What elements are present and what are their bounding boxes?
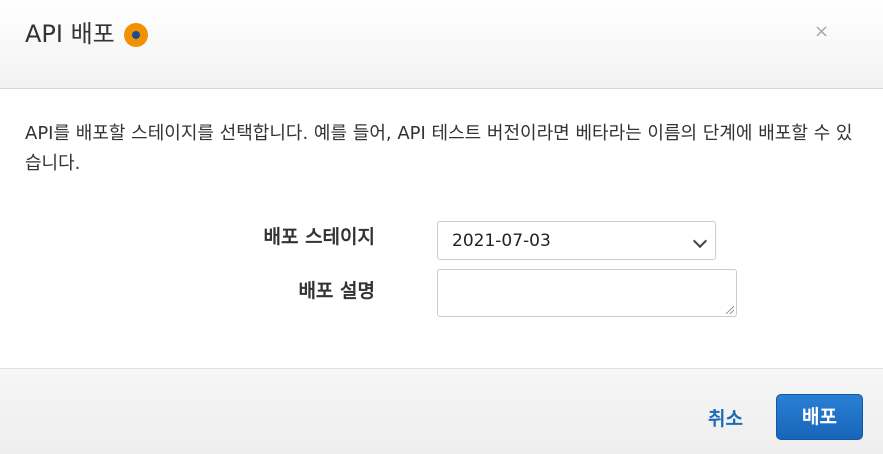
deploy-stage-select[interactable]: 2021-07-03: [437, 221, 716, 260]
deploy-button[interactable]: 배포: [776, 394, 863, 440]
cancel-button[interactable]: 취소: [708, 404, 743, 431]
info-icon[interactable]: [123, 23, 148, 47]
dialog-body: API를 배포할 스테이지를 선택합니다. 예를 들어, API 테스트 버전이…: [0, 89, 883, 368]
deploy-stage-label: 배포 스테이지: [263, 226, 376, 248]
dialog-header: API 배포 ×: [0, 0, 883, 89]
chevron-down-icon: [692, 233, 708, 249]
deploy-api-dialog: API 배포 × API를 배포할 스테이지를 선택합니다. 예를 들어, AP…: [0, 0, 883, 454]
deploy-stage-value: 2021-07-03: [452, 231, 551, 251]
dialog-description: API를 배포할 스테이지를 선택합니다. 예를 들어, API 테스트 버전이…: [25, 123, 853, 174]
close-icon[interactable]: ×: [814, 21, 829, 43]
dialog-footer: 취소 배포: [0, 368, 883, 454]
dialog-title-row: API 배포: [25, 19, 148, 49]
deploy-description-textarea[interactable]: [437, 269, 737, 317]
dialog-title: API 배포: [25, 20, 115, 48]
deploy-description-label: 배포 설명: [298, 280, 375, 302]
resize-handle-icon[interactable]: [726, 306, 734, 314]
